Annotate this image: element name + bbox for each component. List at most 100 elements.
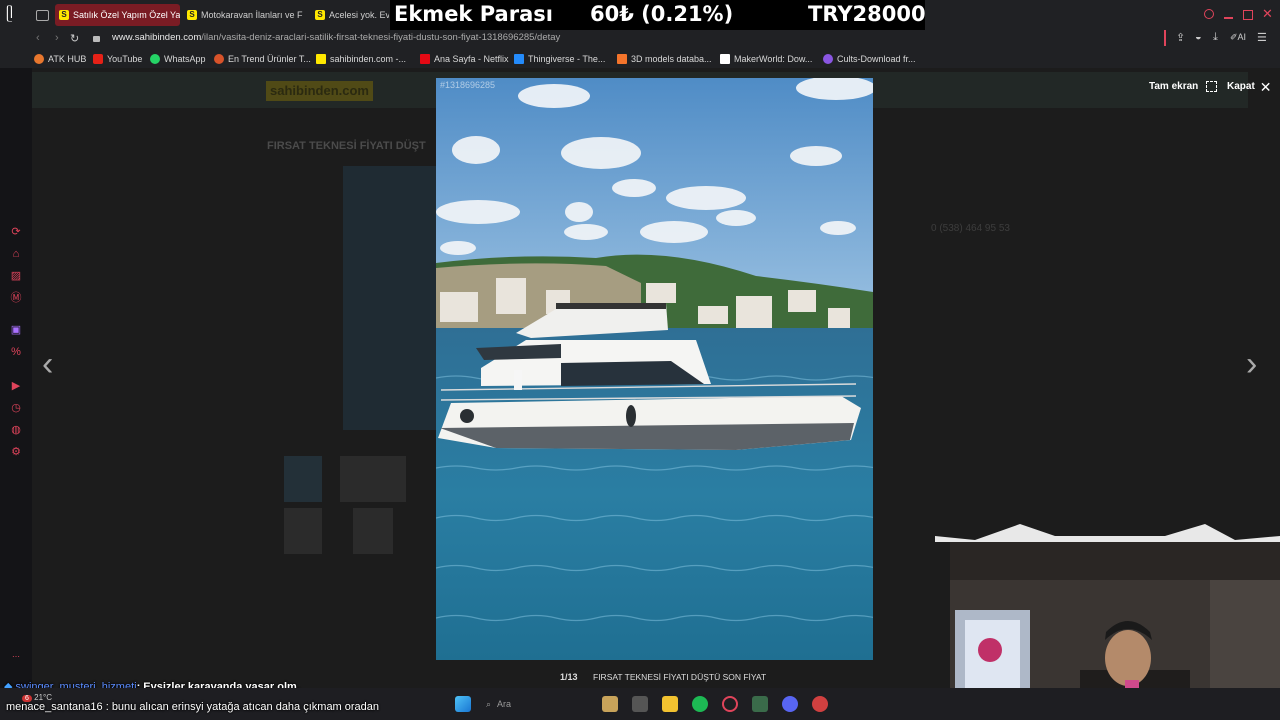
url-domain: www.sahibinden.com [112,32,202,43]
next-photo-arrow-icon[interactable]: › [1246,345,1257,384]
bookmark-makerworld[interactable]: MakerWorld: Dow... [720,52,812,66]
thumb-ghost [284,456,322,502]
tab-active[interactable]: S Satılık Özel Yapım Özel Yap [55,4,180,26]
app-2-icon[interactable] [812,696,828,712]
close-lightbox-button[interactable]: Kapat ✕ [1227,78,1272,95]
bookmark-label: Thingiverse - The... [528,54,606,64]
close-icon: ✕ [1259,78,1272,95]
thumb-ghost [284,508,322,554]
bookmark-3d-models[interactable]: 3D models databa... [617,52,712,66]
photo-caption-bar: 1/13 FIRSAT TEKNESİ FİYATI DÜŞTÜ SON FİY… [436,668,873,686]
bookmark-label: WhatsApp [164,54,206,64]
main-photo-ghost [343,166,436,430]
address-divider [1164,30,1166,46]
fullscreen-label: Tam ekran [1149,81,1199,92]
bookmark-trend[interactable]: En Trend Ürünler T... [214,52,311,66]
atk-icon [34,54,44,64]
youtube-icon [93,54,103,64]
back-icon[interactable]: ‹ [36,32,40,44]
taskbar-search[interactable]: ⌕ Ara [480,695,580,713]
fullscreen-button[interactable]: Tam ekran [1149,81,1218,92]
ticker-amount: 60₺ (0.21%) [590,2,734,26]
reload-icon[interactable]: ↻ [70,32,79,45]
fullscreen-icon [1206,81,1218,92]
twitch-icon[interactable]: ▣ [10,324,22,336]
minimize-icon[interactable] [1224,17,1233,19]
ai-icon[interactable]: ✐AI [1230,32,1246,43]
taskbar-search-placeholder: Ara [497,699,512,709]
close-label: Kapat [1227,81,1255,92]
makerworld-icon [720,54,730,64]
ticker-label: Ekmek Parası [394,2,553,26]
percent-icon[interactable]: % [10,346,22,358]
profile-icon[interactable]: ◒ [1195,31,1202,43]
sahibinden-icon: S [315,10,325,20]
bookmarks-bar: ATK HUB YouTube WhatsApp En Trend Ürünle… [0,50,1280,68]
history-icon[interactable]: ⟳ [10,226,22,238]
bookmark-youtube[interactable]: YouTube [93,52,142,66]
url-field[interactable]: www.sahibinden.com/ilan/vasita-deniz-ara… [112,32,560,43]
clock-icon[interactable]: ◷ [10,402,22,414]
boat-photo [436,78,873,660]
search-icon[interactable] [1204,9,1214,19]
sahibinden-icon: S [187,10,197,20]
download-icon[interactable]: ⤓ [1213,31,1218,44]
menu-icon[interactable]: ☰ [1257,31,1267,44]
donation-ticker: Ekmek Parası 60₺ (0.21%) TRY28000 [390,0,926,30]
image-icon[interactable]: ▨ [10,270,22,282]
maximize-icon[interactable] [1243,10,1253,20]
bookmark-label: Ana Sayfa - Netflix [434,54,509,64]
netflix-icon [420,54,430,64]
task-view-icon[interactable] [632,696,648,712]
search-icon: ⌕ [486,698,492,709]
bookmark-label: MakerWorld: Dow... [734,54,813,64]
settings-icon[interactable]: ⚙ [10,446,22,458]
url-path: /ilan/vasita-deniz-araclari-satilik-firs… [201,32,561,43]
tab-motokaravan[interactable]: S Motokaravan İlanları ve Fiy [183,4,303,26]
thingiverse-icon [514,54,524,64]
m-icon[interactable]: Ⓜ [10,292,22,304]
discord-icon[interactable] [782,696,798,712]
bookmark-netflix[interactable]: Ana Sayfa - Netflix [420,52,509,66]
spotify-icon[interactable] [692,696,708,712]
sahibinden-icon: S [59,10,69,20]
share-icon[interactable]: ⇪ [1176,31,1185,44]
address-bar-row: ‹ › ↻ www.sahibinden.com/ilan/vasita-den… [0,30,1280,50]
cults-icon [823,54,833,64]
chat-icon[interactable]: ◍ [10,424,22,436]
forward-icon[interactable]: › [55,32,59,44]
lock-icon [93,36,100,42]
bookmark-whatsapp[interactable]: WhatsApp [150,52,206,66]
ticker-goal: TRY28000 [808,2,926,26]
tab-overview-icon[interactable] [36,10,49,21]
play-icon[interactable]: ▶ [10,380,22,392]
close-window-icon[interactable]: ✕ [1262,6,1273,22]
opera-icon[interactable] [722,696,738,712]
bot-icon[interactable]: ⌂ [10,248,22,260]
bookmark-atk-hub[interactable]: ATK HUB [34,52,86,66]
chat-username: menace_santana16 [6,701,103,713]
bookmark-label: En Trend Ürünler T... [228,54,311,64]
tab-acelesi[interactable]: S Acelesi yok. Ev [311,4,389,26]
tab-label: Acelesi yok. Ev [329,10,389,20]
bookmark-thingiverse[interactable]: Thingiverse - The... [514,52,605,66]
more-icon[interactable]: ⋯ [10,651,22,663]
bookmark-label: YouTube [107,54,143,64]
bookmark-sahibinden[interactable]: sahibinden.com -... [316,52,406,66]
models-icon [617,54,627,64]
photo-id-badge: #1318696285 [440,80,496,90]
widgets-icon[interactable] [602,696,618,712]
app-icon[interactable] [752,696,768,712]
thumb-ghost [353,508,393,554]
bookmark-label: sahibinden.com -... [330,54,407,64]
bookmark-label: 3D models databa... [631,54,712,64]
chat-text: : bunu alıcan erinsyi yatağa atıcan daha… [105,701,380,713]
file-explorer-icon[interactable] [662,696,678,712]
tab-label: Motokaravan İlanları ve Fiy [201,10,303,20]
site-logo[interactable]: sahibinden.com [266,81,373,101]
bookmark-cults[interactable]: Cults-Download fr... [823,52,916,66]
start-icon[interactable] [455,696,471,712]
previous-photo-arrow-icon[interactable]: ‹ [42,345,53,384]
browser-logo-icon[interactable]: ᥫ [6,5,20,23]
photo-counter: 1/13 [560,672,578,682]
